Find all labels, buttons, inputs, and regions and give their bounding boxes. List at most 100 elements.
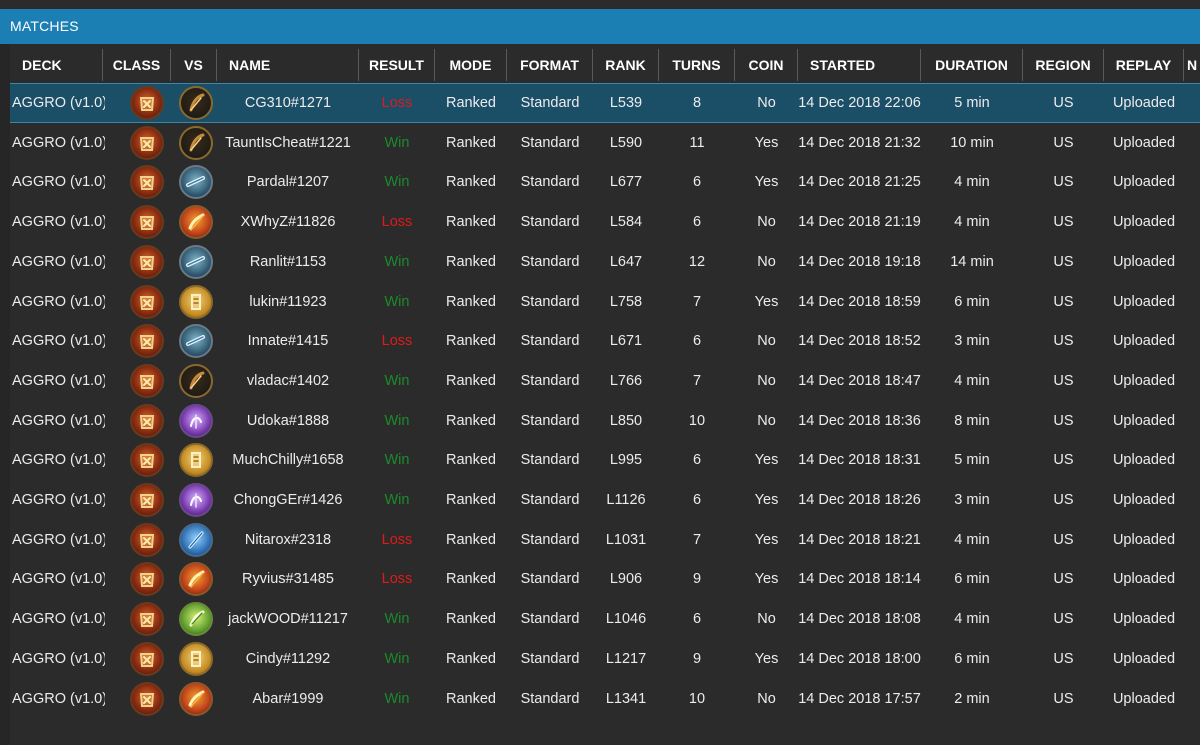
table-row[interactable]: AGGRO (v1.0) Nitarox#2318 Loss Ranked Standa… bbox=[10, 520, 1200, 560]
rank-cell: L1217 bbox=[605, 650, 647, 667]
table-row[interactable]: AGGRO (v1.0) CG310#1271 Loss Ranked Standard… bbox=[10, 83, 1200, 123]
table-row[interactable]: AGGRO (v1.0) XWhyZ#11826 Loss Ranked Standar… bbox=[10, 202, 1200, 242]
table-row[interactable]: AGGRO (v1.0) MuchChilly#1658 Win Ranked Stan… bbox=[10, 440, 1200, 480]
started-cell: 14 Dec 2018 18:14 bbox=[798, 571, 921, 588]
mode-cell: Ranked bbox=[446, 492, 496, 508]
mode-cell: Ranked bbox=[446, 452, 496, 469]
table-row[interactable]: AGGRO (v1.0) lukin#11923 Win Ranked Standard… bbox=[10, 282, 1200, 322]
table-row[interactable]: AGGRO (v1.0) Abar#1999 Win Ranked Standard L1… bbox=[10, 679, 1200, 719]
table-row[interactable]: AGGRO (v1.0) jackWOOD#11217 Win Ranked Stand… bbox=[10, 599, 1200, 639]
rogue-icon bbox=[130, 641, 164, 676]
rogue-icon bbox=[130, 284, 164, 319]
column-header-name[interactable]: NAME bbox=[217, 49, 359, 81]
coin-cell: No bbox=[757, 253, 776, 270]
column-header-duration[interactable]: DURATION bbox=[921, 49, 1023, 81]
duration-cell: 6 min bbox=[954, 571, 990, 588]
rogue-icon bbox=[130, 86, 164, 120]
duration-cell: 3 min bbox=[954, 333, 990, 350]
column-header-vs[interactable]: VS bbox=[171, 49, 217, 81]
rank-cell: L1126 bbox=[606, 492, 646, 508]
rank-cell: L1046 bbox=[605, 611, 647, 628]
replay-cell: Uploaded bbox=[1112, 571, 1176, 588]
deck-cell: AGGRO (v1.0) bbox=[12, 492, 105, 508]
turns-cell: 6 bbox=[692, 333, 702, 350]
started-cell: 14 Dec 2018 18:08 bbox=[798, 611, 921, 628]
rank-cell: L995 bbox=[609, 452, 643, 469]
coin-cell: No bbox=[757, 690, 776, 707]
result-cell: Win bbox=[384, 134, 410, 151]
coin-cell: Yes bbox=[754, 134, 779, 151]
format-cell: Standard bbox=[520, 690, 580, 707]
result-cell: Loss bbox=[381, 214, 413, 231]
result-cell: Win bbox=[384, 412, 410, 429]
mode-cell: Ranked bbox=[446, 253, 496, 270]
mode-cell: Ranked bbox=[446, 372, 496, 389]
duration-cell: 4 min bbox=[954, 372, 990, 389]
turns-cell: 8 bbox=[692, 95, 702, 111]
replay-cell: Uploaded bbox=[1112, 650, 1176, 667]
rank-cell: L584 bbox=[609, 214, 643, 231]
paladin-icon bbox=[179, 284, 213, 319]
mode-cell: Ranked bbox=[446, 174, 496, 191]
region-cell: US bbox=[1053, 333, 1074, 350]
region-cell: US bbox=[1053, 134, 1074, 151]
rogue-icon bbox=[130, 363, 164, 398]
mage-icon bbox=[179, 681, 213, 716]
column-header-coin[interactable]: COIN bbox=[735, 49, 798, 81]
started-cell: 14 Dec 2018 22:06 bbox=[798, 95, 921, 111]
coin-cell: No bbox=[757, 333, 776, 350]
replay-cell: Uploaded bbox=[1112, 253, 1176, 270]
column-header-format[interactable]: FORMAT bbox=[507, 49, 593, 81]
column-header-replay[interactable]: REPLAY bbox=[1104, 49, 1184, 81]
column-header-rank[interactable]: RANK bbox=[593, 49, 659, 81]
coin-cell: Yes bbox=[754, 293, 779, 310]
name-cell: Innate#1415 bbox=[247, 333, 329, 350]
name-cell: Abar#1999 bbox=[252, 690, 324, 707]
rank-cell: L671 bbox=[609, 333, 643, 350]
window-top-strip bbox=[0, 0, 1200, 9]
deck-cell: AGGRO (v1.0) bbox=[12, 690, 105, 707]
column-header-note[interactable]: N bbox=[1184, 49, 1200, 81]
table-row[interactable]: AGGRO (v1.0) Pardal#1207 Win Ranked Standard… bbox=[10, 162, 1200, 202]
column-header-turns[interactable]: TURNS bbox=[659, 49, 735, 81]
turns-cell: 9 bbox=[692, 571, 702, 588]
name-cell: Pardal#1207 bbox=[246, 174, 330, 191]
region-cell: US bbox=[1053, 372, 1074, 389]
duration-cell: 3 min bbox=[954, 492, 990, 508]
column-header-started[interactable]: STARTED bbox=[798, 49, 921, 81]
name-cell: Nitarox#2318 bbox=[244, 531, 332, 548]
table-row[interactable]: AGGRO (v1.0) vladac#1402 Win Ranked Standard… bbox=[10, 361, 1200, 401]
replay-cell: Uploaded bbox=[1112, 690, 1176, 707]
table-row[interactable]: AGGRO (v1.0) Innate#1415 Loss Ranked Standar… bbox=[10, 321, 1200, 361]
column-header-class[interactable]: CLASS bbox=[103, 49, 171, 81]
left-rail bbox=[0, 44, 10, 745]
turns-cell: 12 bbox=[688, 253, 706, 270]
table-row[interactable]: AGGRO (v1.0) Ryvius#31485 Loss Ranked Standa… bbox=[10, 559, 1200, 599]
format-cell: Standard bbox=[520, 571, 580, 588]
format-cell: Standard bbox=[520, 214, 580, 231]
table-row[interactable]: AGGRO (v1.0) Cindy#11292 Win Ranked Standard… bbox=[10, 639, 1200, 679]
coin-cell: Yes bbox=[754, 492, 779, 508]
mode-cell: Ranked bbox=[446, 95, 496, 111]
started-cell: 14 Dec 2018 21:32 bbox=[798, 134, 921, 151]
window-title: MATCHES bbox=[10, 18, 79, 34]
table-row[interactable]: AGGRO (v1.0) Ranlit#1153 Win Ranked Standard… bbox=[10, 242, 1200, 282]
name-cell: Cindy#11292 bbox=[245, 650, 331, 667]
table-row[interactable]: AGGRO (v1.0) TauntIsCheat#1221 Win Ranked St… bbox=[10, 123, 1200, 163]
column-header-mode[interactable]: MODE bbox=[435, 49, 507, 81]
column-header-region[interactable]: REGION bbox=[1023, 49, 1104, 81]
mode-cell: Ranked bbox=[446, 293, 496, 310]
name-cell: vladac#1402 bbox=[246, 372, 330, 389]
column-header-result[interactable]: RESULT bbox=[359, 49, 435, 81]
started-cell: 14 Dec 2018 19:18 bbox=[798, 253, 921, 270]
format-cell: Standard bbox=[520, 293, 580, 310]
duration-cell: 14 min bbox=[950, 253, 994, 270]
started-cell: 14 Dec 2018 18:21 bbox=[798, 531, 921, 548]
mode-cell: Ranked bbox=[446, 611, 496, 628]
rogue-icon bbox=[130, 681, 164, 716]
column-header-deck[interactable]: DECK bbox=[10, 49, 103, 81]
table-row[interactable]: AGGRO (v1.0) ChongGEr#1426 Win Ranked Standa… bbox=[10, 480, 1200, 520]
replay-cell: Uploaded bbox=[1112, 611, 1176, 628]
table-row[interactable]: AGGRO (v1.0) Udoka#1888 Win Ranked Standard L… bbox=[10, 401, 1200, 441]
replay-cell: Uploaded bbox=[1112, 95, 1176, 111]
